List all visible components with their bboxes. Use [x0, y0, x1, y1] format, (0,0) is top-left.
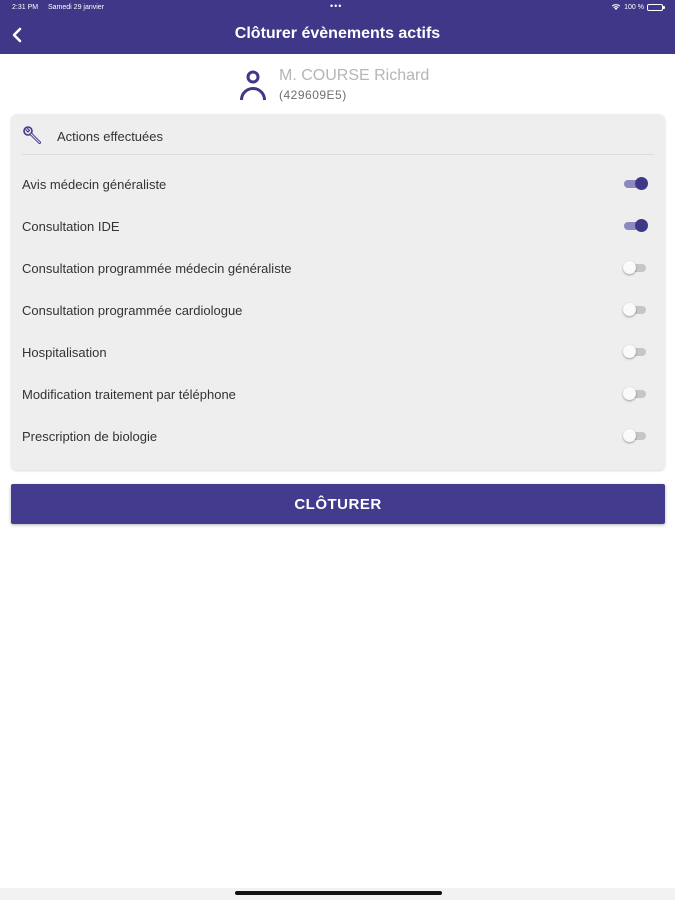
- action-row-hospitalisation: Hospitalisation: [11, 331, 665, 373]
- action-label: Prescription de biologie: [22, 429, 158, 444]
- action-toggle[interactable]: [623, 428, 649, 444]
- action-row-consultation-programmee-cardiologue: Consultation programmée cardiologue: [11, 289, 665, 331]
- actions-card-title: Actions effectuées: [57, 129, 163, 144]
- action-row-prescription-de-biologie: Prescription de biologie: [11, 415, 665, 457]
- action-toggle[interactable]: [623, 386, 649, 402]
- wifi-icon: [611, 4, 621, 10]
- battery-icon: [647, 3, 665, 11]
- action-toggle[interactable]: [623, 176, 649, 192]
- action-row-avis-medecin-generaliste: Avis médecin généraliste: [11, 163, 665, 205]
- page-title: Clôturer évènements actifs: [234, 25, 441, 42]
- status-date: Samedi 29 janvier: [48, 4, 105, 11]
- navigation-bar: Clôturer évènements actifs: [0, 16, 675, 54]
- wrench-icon: [23, 126, 41, 144]
- patient-header: M. COURSE Richard (429609E5): [236, 64, 496, 106]
- multitasking-dots[interactable]: •••: [330, 1, 342, 11]
- action-toggle[interactable]: [623, 260, 649, 276]
- action-label: Modification traitement par téléphone: [22, 387, 236, 402]
- status-bar: 2:31 PM Samedi 29 janvier ••• 100 %: [0, 0, 675, 16]
- action-label: Consultation programmée cardiologue: [22, 303, 243, 318]
- action-label: Hospitalisation: [22, 345, 107, 360]
- actions-card: Actions effectuées Avis médecin générali…: [11, 114, 665, 470]
- actions-card-header: Actions effectuées: [22, 123, 654, 155]
- action-row-consultation-programmee-medecin-generaliste: Consultation programmée médecin générali…: [11, 247, 665, 289]
- patient-name: M. COURSE Richard: [279, 67, 430, 84]
- action-toggle[interactable]: [623, 218, 649, 234]
- patient-id: (429609E5): [279, 88, 347, 102]
- battery-percent: 100 %: [624, 3, 644, 11]
- cloturer-button[interactable]: CLÔTURER: [11, 484, 665, 524]
- action-toggle[interactable]: [623, 302, 649, 318]
- action-toggle[interactable]: [623, 344, 649, 360]
- person-icon: [240, 70, 266, 101]
- action-label: Consultation programmée médecin générali…: [22, 261, 292, 276]
- home-indicator[interactable]: [235, 891, 442, 895]
- action-row-modification-traitement-par-telephone: Modification traitement par téléphone: [11, 373, 665, 415]
- action-label: Consultation IDE: [22, 219, 120, 234]
- action-row-consultation-ide: Consultation IDE: [11, 205, 665, 247]
- action-label: Avis médecin généraliste: [22, 177, 167, 192]
- status-right: 100 %: [611, 3, 665, 11]
- status-time: 2:31 PM: [12, 4, 39, 11]
